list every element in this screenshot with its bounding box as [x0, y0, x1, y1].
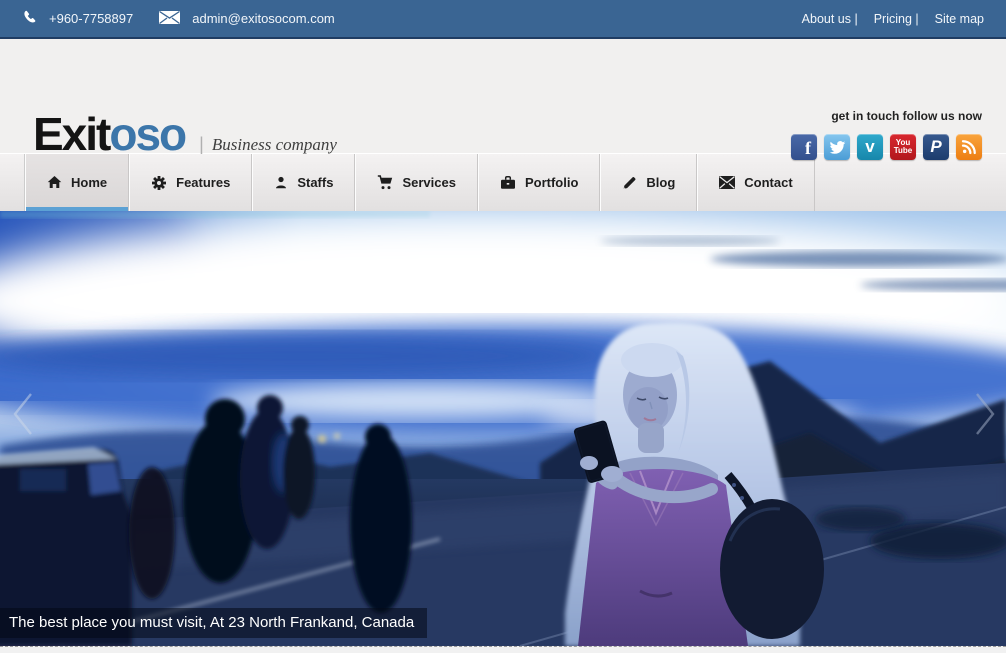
cart-icon	[377, 175, 393, 190]
mail-icon	[159, 11, 180, 27]
youtube-icon[interactable]: You Tube	[890, 134, 916, 160]
phone-contact: +960-7758897	[22, 10, 133, 28]
slider-prev-button[interactable]	[8, 391, 38, 437]
nav-label: Features	[176, 175, 230, 190]
nav-tab-home[interactable]: Home	[25, 154, 129, 211]
logo-separator: |	[199, 134, 204, 155]
nav-tab-features[interactable]: Features	[129, 154, 252, 211]
social-icons-row: f v You Tube P	[791, 134, 982, 160]
hero-slider: The best place you must visit, At 23 Nor…	[0, 211, 1006, 646]
logo-text-primary: Exit	[33, 107, 109, 161]
nav-tab-staffs[interactable]: Staffs	[252, 154, 355, 211]
twitter-icon[interactable]	[824, 134, 850, 160]
site-header: Exitoso | Business company get in touch …	[0, 39, 1006, 153]
envelope-icon	[719, 176, 735, 189]
nav-spacer	[0, 154, 25, 211]
social-block: get in touch follow us now f v You Tube …	[791, 109, 982, 160]
phone-icon	[22, 10, 37, 28]
topbar-link-sitemap[interactable]: Site map	[935, 12, 984, 26]
chevron-left-icon	[8, 391, 38, 437]
topbar-links: About us | Pricing | Site map	[802, 12, 984, 26]
vimeo-icon[interactable]: v	[857, 134, 883, 160]
slider-caption: The best place you must visit, At 23 Nor…	[0, 608, 427, 638]
site-logo[interactable]: Exitoso | Business company	[33, 107, 337, 161]
phone-number: +960-7758897	[49, 11, 133, 26]
person-icon	[274, 175, 288, 190]
chevron-right-icon	[970, 391, 1000, 437]
nav-label: Staffs	[297, 175, 333, 190]
footer-divider	[0, 646, 1006, 653]
nav-label: Portfolio	[525, 175, 578, 190]
paypal-icon[interactable]: P	[923, 134, 949, 160]
pencil-icon	[622, 175, 637, 190]
nav-label: Services	[402, 175, 456, 190]
social-caption: get in touch follow us now	[791, 109, 982, 123]
gear-icon	[151, 175, 167, 191]
logo-tagline: Business company	[212, 135, 337, 155]
slider-next-button[interactable]	[970, 391, 1000, 437]
nav-tab-services[interactable]: Services	[355, 154, 478, 211]
youtube-label-bottom: Tube	[894, 147, 913, 155]
nav-label: Blog	[646, 175, 675, 190]
top-contact-bar: +960-7758897 admin@exitosocom.com About …	[0, 0, 1006, 39]
facebook-icon[interactable]: f	[791, 134, 817, 160]
topbar-link-about[interactable]: About us |	[802, 12, 858, 26]
main-navigation: Home Features Staffs Services Portfolio …	[0, 153, 1006, 211]
home-icon	[47, 175, 62, 190]
nav-label: Home	[71, 175, 107, 190]
email-address[interactable]: admin@exitosocom.com	[192, 11, 335, 26]
nav-tab-blog[interactable]: Blog	[600, 154, 697, 211]
logo-text-secondary: oso	[109, 107, 185, 161]
nav-tab-contact[interactable]: Contact	[697, 154, 814, 211]
nav-label: Contact	[744, 175, 792, 190]
nav-tab-portfolio[interactable]: Portfolio	[478, 154, 600, 211]
rss-icon[interactable]	[956, 134, 982, 160]
briefcase-icon	[500, 175, 516, 190]
email-contact: admin@exitosocom.com	[159, 11, 335, 27]
hero-illustration	[0, 211, 1006, 646]
topbar-link-pricing[interactable]: Pricing |	[874, 12, 919, 26]
